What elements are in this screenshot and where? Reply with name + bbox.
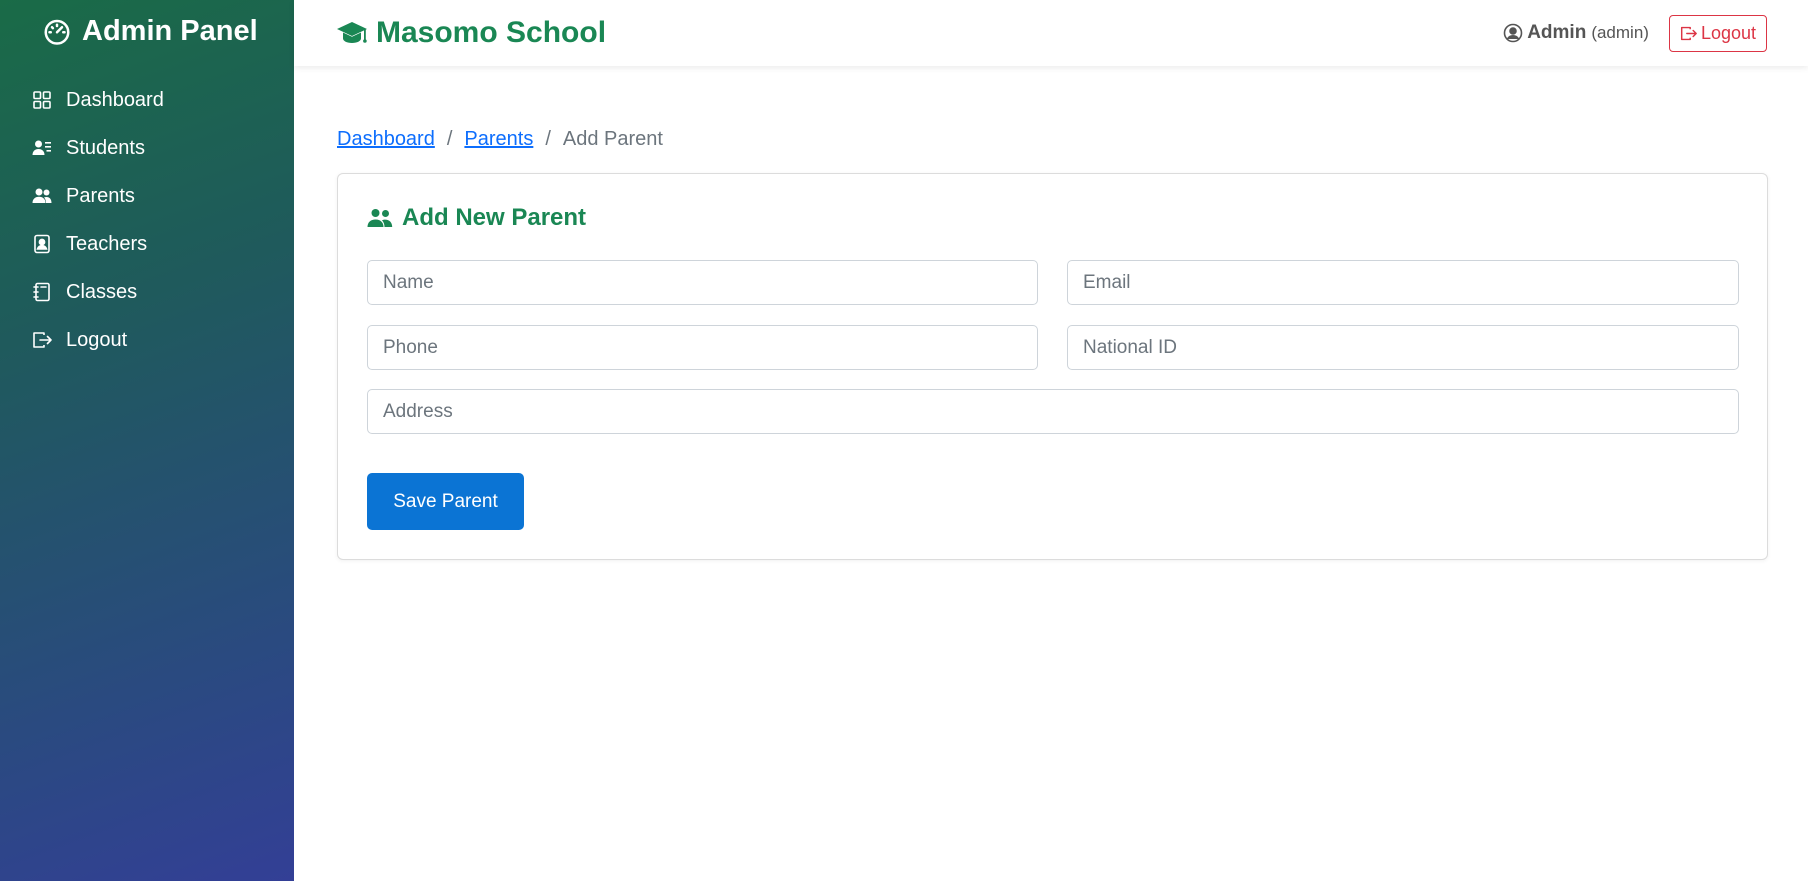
sidebar-item-label: Dashboard <box>66 88 164 111</box>
sidebar-item-classes[interactable]: Classes <box>0 268 294 316</box>
breadcrumb-link-parents[interactable]: Parents <box>464 128 533 151</box>
sidebar-item-students[interactable]: Students <box>0 124 294 172</box>
breadcrumb: Dashboard / Parents / Add Parent <box>337 128 663 151</box>
sidebar-item-label: Logout <box>66 328 128 351</box>
sidebar-item-logout[interactable]: Logout <box>0 316 294 364</box>
box-arrow-right-icon <box>33 332 52 348</box>
national-id-field[interactable] <box>1067 325 1739 370</box>
user-role: (admin) <box>1591 23 1649 42</box>
save-parent-button[interactable]: Save Parent <box>367 473 524 530</box>
user-circle-icon <box>1503 23 1523 43</box>
person-lines-icon <box>32 140 51 155</box>
mortarboard-icon <box>337 22 367 43</box>
sidebar-brand: Admin Panel <box>0 0 294 62</box>
logout-button[interactable]: Logout <box>1668 14 1767 52</box>
box-arrow-right-icon <box>1680 26 1697 40</box>
logout-button-label: Logout <box>1700 22 1756 43</box>
people-icon <box>32 188 52 203</box>
form-title: Add New Parent <box>367 204 586 232</box>
address-field[interactable] <box>367 389 1739 434</box>
sidebar-brand-title: Admin Panel <box>82 14 258 47</box>
name-field[interactable] <box>367 260 1038 305</box>
breadcrumb-link-dashboard[interactable]: Dashboard <box>337 128 435 151</box>
sidebar-item-label: Students <box>66 136 145 159</box>
person-badge-icon <box>34 234 50 254</box>
email-field[interactable] <box>1067 260 1739 305</box>
sidebar-item-label: Parents <box>66 184 135 207</box>
phone-field[interactable] <box>367 325 1038 370</box>
speedometer-icon <box>44 19 70 45</box>
sidebar-item-label: Classes <box>66 280 138 303</box>
people-icon <box>367 209 393 227</box>
sidebar-nav: Dashboard Students Parents Teachers Clas… <box>0 76 294 364</box>
breadcrumb-current: Add Parent <box>562 128 663 150</box>
header-actions: Admin (admin) Logout <box>1503 14 1767 52</box>
sidebar-item-label: Teachers <box>66 232 148 255</box>
user-info: Admin (admin) <box>1503 22 1649 44</box>
sidebar: Admin Panel Dashboard Students Parents T… <box>0 0 294 881</box>
form-title-text: Add New Parent <box>402 204 587 231</box>
add-parent-card: Add New Parent Save Parent <box>337 173 1768 560</box>
sidebar-item-teachers[interactable]: Teachers <box>0 220 294 268</box>
school-name: Masomo School <box>376 16 607 49</box>
user-name: Admin <box>1527 22 1587 43</box>
breadcrumb-separator: / <box>545 128 551 150</box>
breadcrumb-separator: / <box>446 128 453 150</box>
journal-icon <box>33 282 50 302</box>
top-header: Masomo School Admin (admin) Logout <box>294 0 1808 66</box>
grid-icon <box>33 91 51 109</box>
school-brand: Masomo School <box>336 16 606 50</box>
sidebar-item-dashboard[interactable]: Dashboard <box>0 76 294 124</box>
sidebar-item-parents[interactable]: Parents <box>0 172 294 220</box>
